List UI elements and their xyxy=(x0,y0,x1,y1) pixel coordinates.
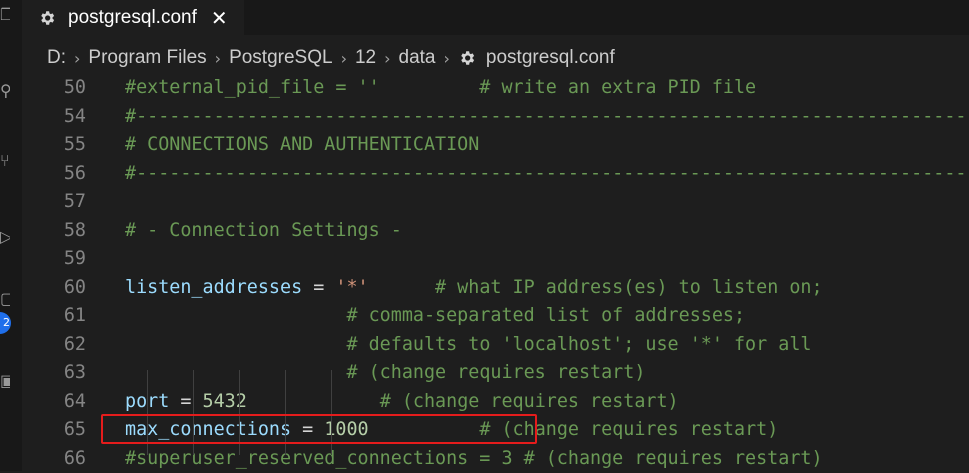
code-token: # defaults to 'localhost'; use '*' for a… xyxy=(346,334,811,355)
indent-guide xyxy=(285,370,286,455)
remote-icon[interactable]: ▣ xyxy=(0,372,10,390)
code-token: = xyxy=(291,419,324,440)
code-token: #external_pid_file = '' # write an extra… xyxy=(125,77,756,98)
code-token: #---------------------------------------… xyxy=(125,106,969,127)
tab-bar: postgresql.conf ✕ xyxy=(22,0,969,35)
line-number: 61 xyxy=(22,302,86,331)
gear-icon xyxy=(38,9,56,27)
code-token: #---------------------------------------… xyxy=(125,163,969,184)
code-line[interactable]: 58 # - Connection Settings - xyxy=(22,217,969,246)
code-token: listen_addresses xyxy=(125,277,302,298)
line-number: 62 xyxy=(22,331,86,360)
line-code: #---------------------------------------… xyxy=(125,103,969,132)
line-number: 65 xyxy=(22,416,86,445)
tab-label: postgresql.conf xyxy=(68,7,197,29)
code-token xyxy=(369,419,480,440)
code-token xyxy=(247,391,380,412)
code-token: # what IP address(es) to listen on; xyxy=(435,277,823,298)
code-line[interactable]: 57 xyxy=(22,188,969,217)
code-token: # comma-separated list of addresses; xyxy=(346,305,745,326)
code-token: 5432 xyxy=(203,391,247,412)
line-code: # - Connection Settings - xyxy=(125,217,402,246)
code-token: # (change requires restart) xyxy=(380,391,679,412)
chevron-right-icon: › xyxy=(215,49,221,68)
run-debug-icon[interactable]: ▷ xyxy=(0,228,10,246)
gear-icon xyxy=(458,49,476,67)
line-number: 57 xyxy=(22,188,86,217)
search-icon[interactable]: ⚲ xyxy=(0,82,10,100)
code-token: max_connections xyxy=(125,419,291,440)
indent-guide xyxy=(193,370,194,455)
breadcrumb-data[interactable]: data xyxy=(399,47,436,69)
chevron-right-icon: › xyxy=(341,49,347,68)
code-line[interactable]: 61 # comma-separated list of addresses; xyxy=(22,302,969,331)
line-code: #superuser_reserved_connections = 3 # (c… xyxy=(125,445,823,473)
code-token xyxy=(369,277,435,298)
code-token xyxy=(125,305,346,326)
line-number: 63 xyxy=(22,359,86,388)
code-line[interactable]: 56 #-------------------------------------… xyxy=(22,160,969,189)
chevron-right-icon: › xyxy=(384,49,390,68)
code-line[interactable]: 63 # (change requires restart) xyxy=(22,359,969,388)
activity-bar: ❐ ⚲ ⑂ ▷ ▢ 2 ▣ xyxy=(0,0,22,471)
line-number: 58 xyxy=(22,217,86,246)
code-line[interactable]: 55 # CONNECTIONS AND AUTHENTICATION xyxy=(22,131,969,160)
code-token: '*' xyxy=(335,277,368,298)
line-code: port = 5432 # (change requires restart) xyxy=(125,388,679,417)
line-code: # CONNECTIONS AND AUTHENTICATION xyxy=(125,131,479,160)
close-icon[interactable]: ✕ xyxy=(211,8,228,28)
line-number: 50 xyxy=(22,74,86,103)
line-code: #---------------------------------------… xyxy=(125,160,969,189)
tab-postgresql-conf[interactable]: postgresql.conf ✕ xyxy=(22,0,244,35)
breadcrumb-drive[interactable]: D: xyxy=(47,47,66,69)
code-editor[interactable]: 50 #external_pid_file = '' # write an ext… xyxy=(22,74,969,471)
extensions-icon[interactable]: ▢ xyxy=(0,290,10,308)
code-line[interactable]: 50 #external_pid_file = '' # write an ext… xyxy=(22,74,969,103)
line-code: # defaults to 'localhost'; use '*' for a… xyxy=(125,331,811,360)
files-icon[interactable]: ❐ xyxy=(0,6,10,24)
line-number: 59 xyxy=(22,245,86,274)
line-number: 66 xyxy=(22,445,86,473)
line-number: 60 xyxy=(22,274,86,303)
code-token: # - Connection Settings - xyxy=(125,220,402,241)
indent-guide xyxy=(331,370,332,455)
code-line[interactable]: 64 port = 5432 # (change requires restart… xyxy=(22,388,969,417)
line-number: 56 xyxy=(22,160,86,189)
code-line[interactable]: 62 # defaults to 'localhost'; use '*' fo… xyxy=(22,331,969,360)
breadcrumb-postgresql[interactable]: PostgreSQL xyxy=(229,47,333,69)
line-code: # comma-separated list of addresses; xyxy=(125,302,745,331)
source-control-icon[interactable]: ⑂ xyxy=(0,152,10,170)
breadcrumb-file[interactable]: postgresql.conf xyxy=(486,47,615,69)
breadcrumb-program-files[interactable]: Program Files xyxy=(88,47,206,69)
chevron-right-icon: › xyxy=(74,49,80,68)
indent-guide xyxy=(239,370,240,455)
code-token xyxy=(125,362,346,383)
chevron-right-icon: › xyxy=(444,49,450,68)
line-number: 54 xyxy=(22,103,86,132)
line-code: max_connections = 1000 # (change require… xyxy=(125,416,778,445)
code-token: # (change requires restart) xyxy=(479,419,778,440)
code-line[interactable]: 66 #superuser_reserved_connections = 3 # … xyxy=(22,445,969,473)
notification-badge: 2 xyxy=(0,312,11,334)
line-number: 64 xyxy=(22,388,86,417)
code-line[interactable]: 65 max_connections = 1000 # (change requi… xyxy=(22,416,969,445)
code-line[interactable]: 54 #-------------------------------------… xyxy=(22,103,969,132)
code-line[interactable]: 60 listen_addresses = '*' # what IP addre… xyxy=(22,274,969,303)
code-token: = xyxy=(169,391,202,412)
line-code: # (change requires restart) xyxy=(125,359,645,388)
code-token: # (change requires restart) xyxy=(346,362,645,383)
indent-guide xyxy=(147,370,148,455)
code-token: = xyxy=(302,277,335,298)
line-number: 55 xyxy=(22,131,86,160)
code-token: #superuser_reserved_connections = 3 # (c… xyxy=(125,448,823,469)
breadcrumb-version[interactable]: 12 xyxy=(355,47,376,69)
breadcrumb: D: › Program Files › PostgreSQL › 12 › d… xyxy=(22,44,615,72)
line-code: #external_pid_file = '' # write an extra… xyxy=(125,74,756,103)
code-token: # CONNECTIONS AND AUTHENTICATION xyxy=(125,134,479,155)
line-code: listen_addresses = '*' # what IP address… xyxy=(125,274,823,303)
code-token xyxy=(125,334,346,355)
code-line[interactable]: 59 xyxy=(22,245,969,274)
